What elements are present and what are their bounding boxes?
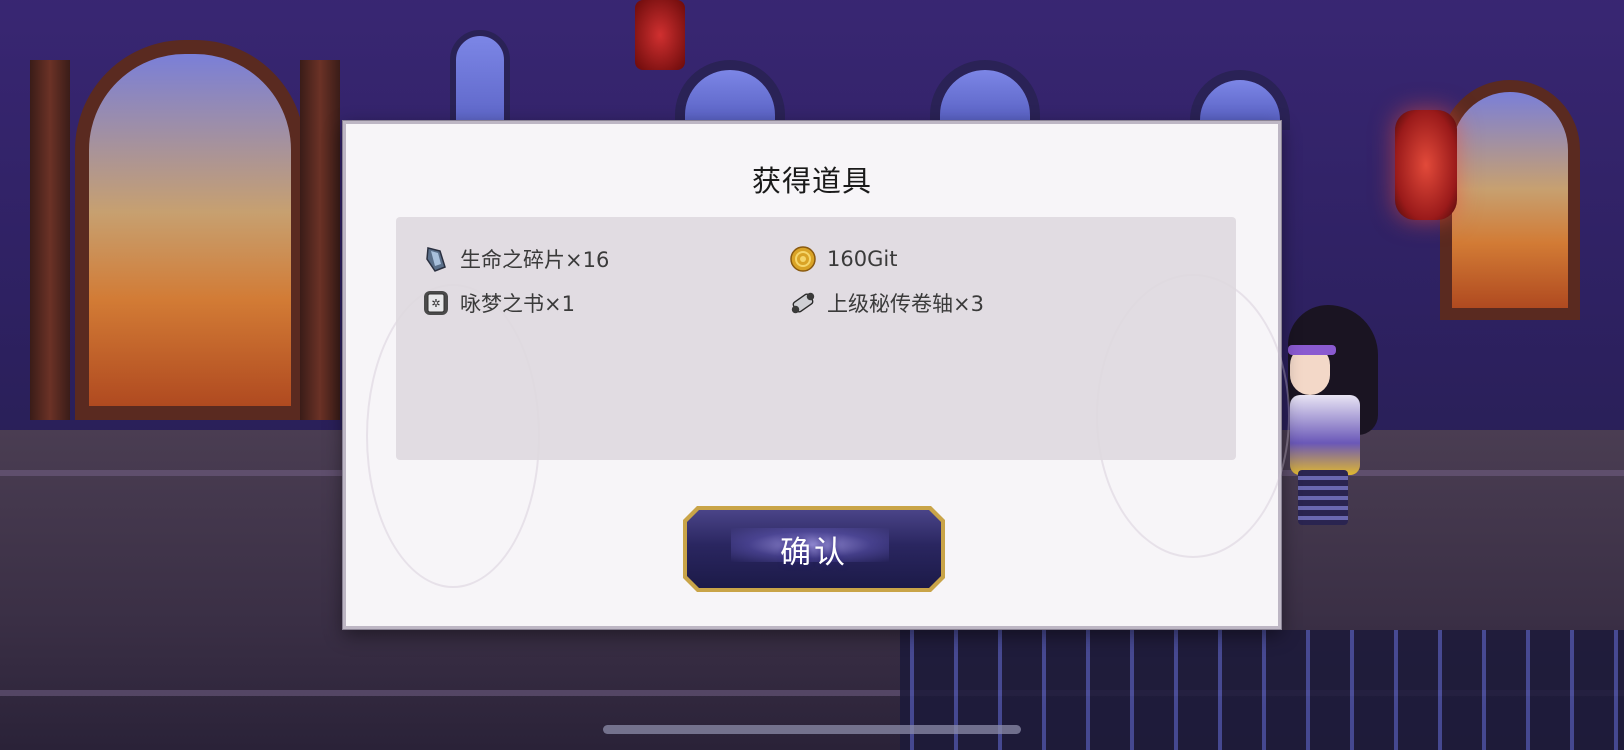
item-label: 咏梦之书×1 <box>460 292 575 316</box>
item-obtained-dialog: 获得道具 生命之碎片×16 160Git ✲ 咏梦之书×1 上级秘传卷轴×3 确… <box>343 121 1290 629</box>
lantern-icon <box>1395 110 1457 220</box>
list-item: 160Git <box>789 243 897 275</box>
dialog-title: 获得道具 <box>751 164 872 198</box>
pillar <box>30 60 70 420</box>
player-character[interactable] <box>1278 305 1378 525</box>
svg-text:✲: ✲ <box>431 297 440 310</box>
item-label: 上级秘传卷轴×3 <box>827 292 984 316</box>
lantern-icon <box>635 0 685 70</box>
scroll-icon <box>789 289 817 317</box>
character-legs <box>1298 470 1348 525</box>
character-body <box>1290 395 1360 475</box>
game-scene: 获得道具 生命之碎片×16 160Git ✲ 咏梦之书×1 上级秘传卷轴×3 确… <box>0 0 1624 750</box>
home-indicator[interactable] <box>603 725 1021 734</box>
item-label: 160Git <box>827 247 898 271</box>
confirm-button-label: 确认 <box>780 534 848 571</box>
list-item: 生命之碎片×16 <box>422 243 609 275</box>
book-icon: ✲ <box>422 289 450 317</box>
gold-coin-icon <box>789 245 817 273</box>
archway-window <box>1440 80 1580 320</box>
archway-window <box>75 40 305 420</box>
list-item: ✲ 咏梦之书×1 <box>422 287 575 319</box>
item-label: 生命之碎片×16 <box>460 248 610 272</box>
crystal-shard-icon <box>422 245 450 273</box>
pillar <box>300 60 340 420</box>
character-headband <box>1288 345 1336 355</box>
confirm-button[interactable]: 确认 <box>683 506 945 592</box>
list-item: 上级秘传卷轴×3 <box>789 287 984 319</box>
items-panel: 生命之碎片×16 160Git ✲ 咏梦之书×1 上级秘传卷轴×3 <box>396 217 1236 460</box>
